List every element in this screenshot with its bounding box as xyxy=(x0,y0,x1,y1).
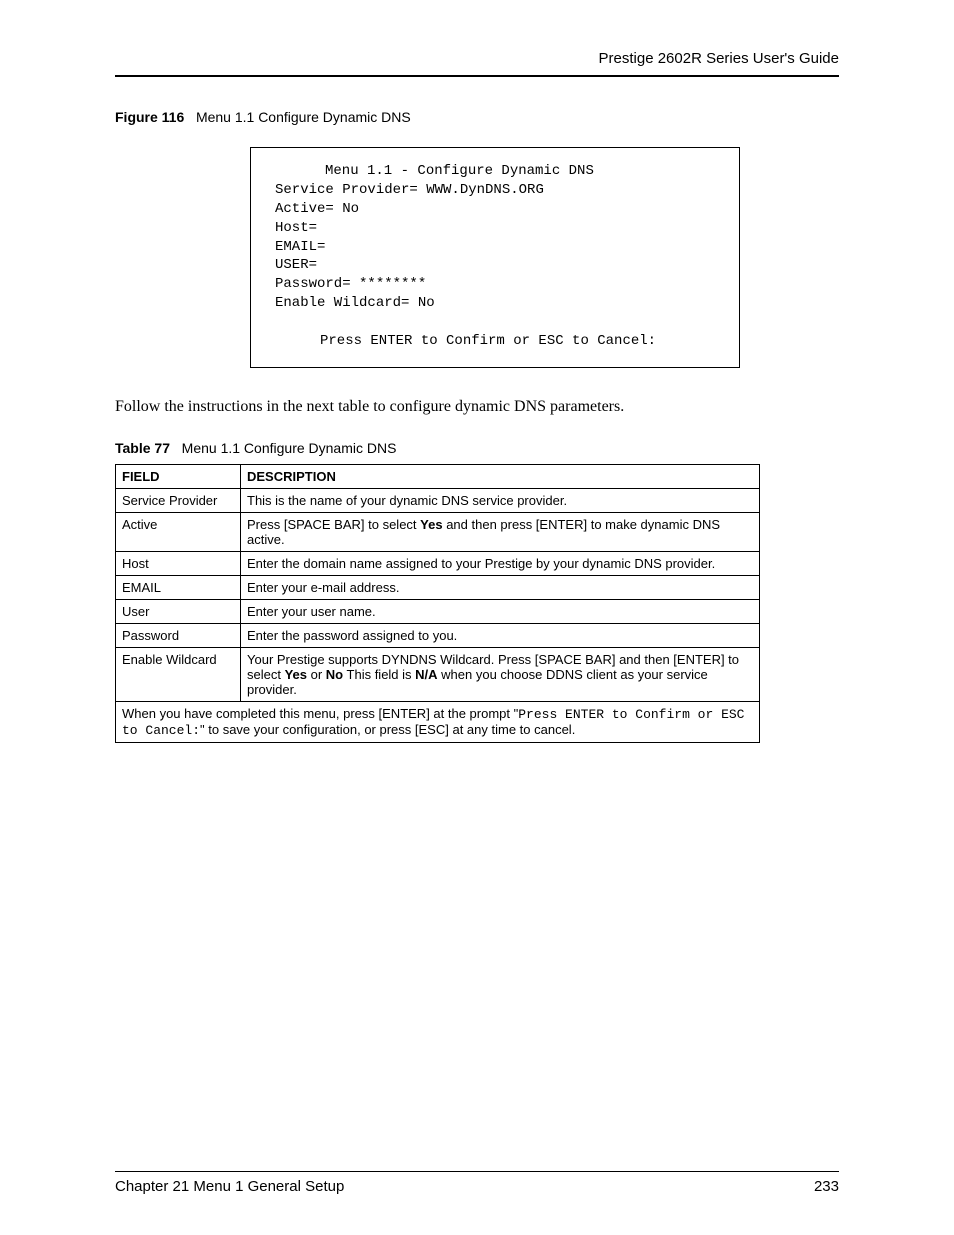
terminal-prompt: Press ENTER to Confirm or ESC to Cancel: xyxy=(275,332,715,351)
field-cell: User xyxy=(116,599,241,623)
table-row: Active Press [SPACE BAR] to select Yes a… xyxy=(116,512,760,551)
table-number: Table 77 xyxy=(115,440,170,456)
field-cell: EMAIL xyxy=(116,575,241,599)
desc-cell: Enter your user name. xyxy=(241,599,760,623)
body-paragraph: Follow the instructions in the next tabl… xyxy=(115,398,839,416)
col-header-field: FIELD xyxy=(116,464,241,488)
terminal-line: Enable Wildcard= No xyxy=(275,294,715,313)
desc-cell: This is the name of your dynamic DNS ser… xyxy=(241,488,760,512)
terminal-line: Password= ******** xyxy=(275,275,715,294)
terminal-line: Service Provider= WWW.DynDNS.ORG xyxy=(275,181,715,200)
terminal-line: Host= xyxy=(275,219,715,238)
table-row: EMAIL Enter your e-mail address. xyxy=(116,575,760,599)
desc-cell: Enter your e-mail address. xyxy=(241,575,760,599)
table-row: Host Enter the domain name assigned to y… xyxy=(116,551,760,575)
page: Prestige 2602R Series User's Guide Figur… xyxy=(0,0,954,1235)
footer-page-number: 233 xyxy=(814,1178,839,1195)
table-row: Service Provider This is the name of you… xyxy=(116,488,760,512)
desc-cell: Your Prestige supports DYNDNS Wildcard. … xyxy=(241,647,760,701)
field-cell: Active xyxy=(116,512,241,551)
field-cell: Password xyxy=(116,623,241,647)
footer-chapter: Chapter 21 Menu 1 General Setup xyxy=(115,1178,344,1195)
figure-number: Figure 116 xyxy=(115,109,184,125)
field-cell: Enable Wildcard xyxy=(116,647,241,701)
table-title: Menu 1.1 Configure Dynamic DNS xyxy=(182,440,397,456)
terminal-title: Menu 1.1 - Configure Dynamic DNS xyxy=(275,162,715,181)
field-cell: Service Provider xyxy=(116,488,241,512)
document-header: Prestige 2602R Series User's Guide xyxy=(115,50,839,77)
terminal-line: USER= xyxy=(275,256,715,275)
data-table: FIELD DESCRIPTION Service Provider This … xyxy=(115,464,760,743)
figure-caption: Figure 116 Menu 1.1 Configure Dynamic DN… xyxy=(115,109,839,125)
table-row: Password Enter the password assigned to … xyxy=(116,623,760,647)
desc-cell: Enter the password assigned to you. xyxy=(241,623,760,647)
table-row: Enable Wildcard Your Prestige supports D… xyxy=(116,647,760,701)
figure-title: Menu 1.1 Configure Dynamic DNS xyxy=(196,109,411,125)
terminal-line: Active= No xyxy=(275,200,715,219)
field-cell: Host xyxy=(116,551,241,575)
page-footer: Chapter 21 Menu 1 General Setup 233 xyxy=(115,1171,839,1195)
table-footer-row: When you have completed this menu, press… xyxy=(116,701,760,742)
table-footer-cell: When you have completed this menu, press… xyxy=(116,701,760,742)
table-caption: Table 77 Menu 1.1 Configure Dynamic DNS xyxy=(115,440,839,456)
desc-cell: Enter the domain name assigned to your P… xyxy=(241,551,760,575)
desc-cell: Press [SPACE BAR] to select Yes and then… xyxy=(241,512,760,551)
table-header-row: FIELD DESCRIPTION xyxy=(116,464,760,488)
terminal-box: Menu 1.1 - Configure Dynamic DNSService … xyxy=(250,147,740,368)
terminal-line: EMAIL= xyxy=(275,238,715,257)
col-header-description: DESCRIPTION xyxy=(241,464,760,488)
table-row: User Enter your user name. xyxy=(116,599,760,623)
